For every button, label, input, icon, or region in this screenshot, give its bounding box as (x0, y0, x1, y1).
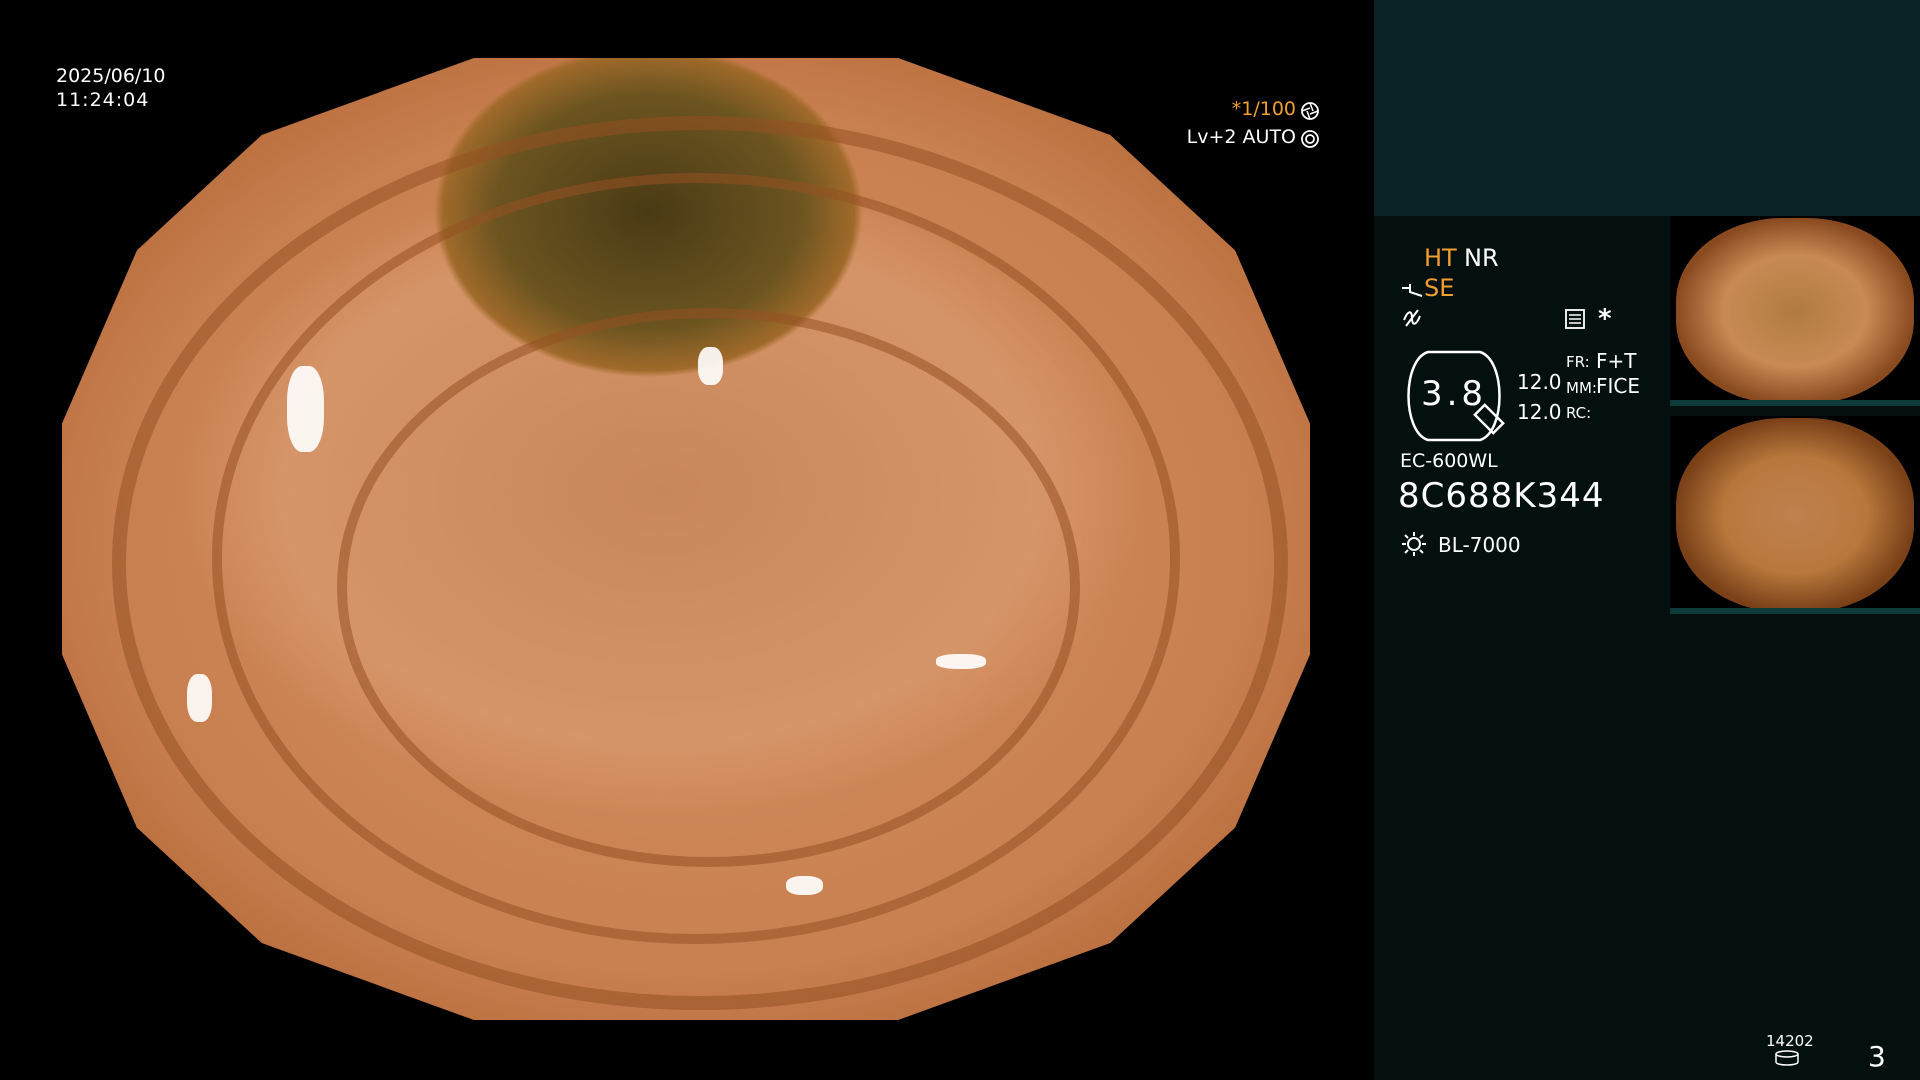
light-reflection (1035, 67, 1073, 97)
list-settings-icon (1565, 309, 1585, 329)
iris-icon (1301, 130, 1319, 148)
light-reflection (785, 875, 824, 895)
sun-icon (1402, 532, 1426, 556)
light-reflection (698, 346, 724, 386)
mucosal-fold (336, 308, 1081, 867)
mode-nr: NR (1464, 244, 1499, 272)
info-panel-header (1374, 0, 1920, 216)
thumbnail-bar (1670, 400, 1920, 406)
mm-value: FICE (1596, 374, 1641, 398)
value-2: 12.0 (1517, 400, 1562, 424)
light-reflection (186, 673, 212, 722)
capture-thumbnail[interactable] (1670, 416, 1920, 614)
fr-value: F+T (1596, 349, 1637, 373)
mode-se: SE (1424, 274, 1455, 302)
zoom-value: 3.8 (1420, 374, 1488, 414)
shutter-indicator: *1/100 (1180, 98, 1320, 124)
thumbnail-image (1676, 218, 1914, 404)
time-label: 11:24:04 (56, 89, 150, 111)
thumbnail-bar (1670, 608, 1920, 614)
scope-model: EC-600WL (1400, 450, 1498, 472)
endoscope-view (62, 58, 1310, 1020)
page-number: 3 (1868, 1040, 1886, 1073)
fr-label: FR: (1566, 353, 1590, 371)
value-1: 12.0 (1517, 370, 1562, 394)
capture-thumbnail[interactable] (1670, 216, 1920, 406)
aperture-icon (1301, 102, 1319, 120)
signal-icon (1402, 284, 1423, 297)
thumbnail-image (1676, 418, 1914, 612)
light-reflection (286, 365, 325, 453)
light-reflection (935, 654, 986, 669)
rc-label: RC: (1566, 404, 1592, 422)
asterisk-icon: * (1598, 304, 1612, 334)
iris-mode: Lv+2 AUTO (1186, 126, 1296, 148)
date-label: 2025/06/10 (56, 65, 166, 87)
scope-serial: 8C688K344 (1398, 476, 1605, 516)
filter-icon (1403, 309, 1421, 327)
shutter-speed: *1/100 (1231, 98, 1296, 120)
zoom-indicator: 3.8 (1398, 350, 1510, 442)
iris-indicator: Lv+2 AUTO (1180, 126, 1320, 152)
database-icon (1775, 1050, 1799, 1066)
image-count: 14202 (1766, 1032, 1814, 1050)
light-source: BL-7000 (1438, 533, 1521, 557)
mm-label: MM: (1566, 379, 1597, 397)
mode-ht: HT (1424, 244, 1457, 272)
